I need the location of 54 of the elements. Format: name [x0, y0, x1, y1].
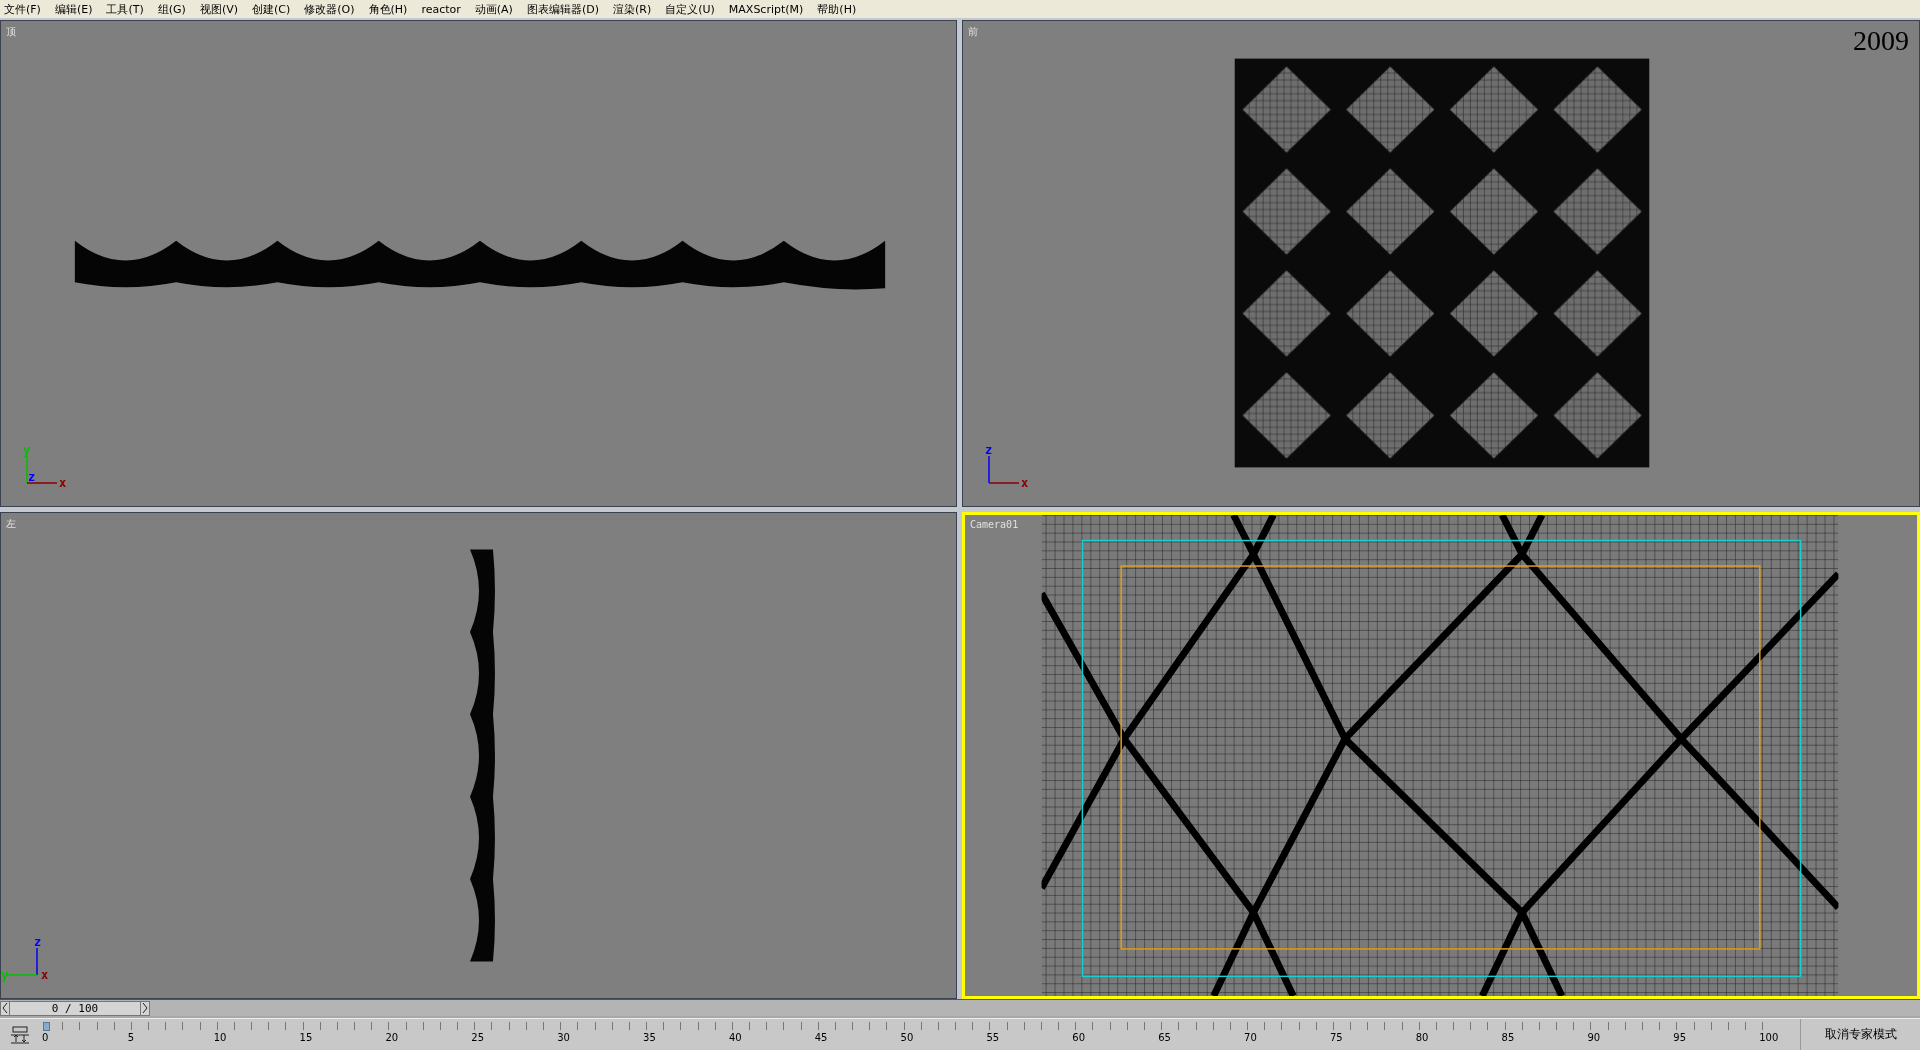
frame-number: 95 — [1673, 1032, 1687, 1043]
current-frame-marker[interactable] — [43, 1022, 50, 1031]
menu-item[interactable]: 修改器(O) — [304, 1, 355, 17]
frame-number: 80 — [1415, 1032, 1429, 1043]
frame-number: 40 — [728, 1032, 742, 1043]
frame-number: 10 — [213, 1032, 227, 1043]
axis-label: z — [34, 936, 42, 948]
axis-label: y — [1, 969, 9, 981]
axis-label: x — [41, 969, 49, 981]
frame-number: 5 — [127, 1032, 135, 1043]
menu-item[interactable]: 文件(F) — [4, 1, 41, 17]
menu-item[interactable]: 组(G) — [157, 1, 186, 17]
frame-number: 0 — [42, 1032, 49, 1043]
year-text: 2009 — [1853, 25, 1909, 57]
menu-item[interactable]: reactor — [421, 2, 461, 16]
menu-item[interactable]: 自定义(U) — [665, 1, 715, 17]
axis-icon — [25, 456, 59, 484]
menu-item[interactable]: 渲染(R) — [612, 1, 652, 17]
axis-label: z — [985, 444, 993, 456]
frame-number: 90 — [1587, 1032, 1601, 1043]
frame-number: 60 — [1072, 1032, 1086, 1043]
frame-number: 20 — [385, 1032, 399, 1043]
time-slider-track[interactable]: 0 / 100 — [0, 1000, 1920, 1016]
axis-icon — [987, 456, 1021, 484]
frame-number: 30 — [557, 1032, 570, 1043]
axis-label: x — [59, 477, 67, 489]
track-bar-icon[interactable] — [10, 1026, 30, 1044]
frame-number: 85 — [1501, 1032, 1515, 1043]
frame-number: 45 — [814, 1032, 828, 1043]
frame-number: 50 — [900, 1032, 914, 1043]
time-slider-thumb[interactable]: 0 / 100 — [0, 1000, 150, 1016]
menu-item[interactable]: 帮助(H) — [817, 1, 857, 17]
axis-label: y — [23, 444, 31, 456]
axis-label: z — [28, 471, 36, 483]
menu-item[interactable]: 工具(T) — [106, 1, 144, 17]
menu-item[interactable]: 角色(H) — [368, 1, 408, 17]
frame-number: 25 — [471, 1032, 485, 1043]
chevron-right-icon[interactable] — [141, 1002, 149, 1014]
frame-number: 65 — [1158, 1032, 1171, 1043]
menu-item[interactable]: 视图(V) — [199, 1, 238, 17]
chevron-left-icon[interactable] — [1, 1002, 9, 1014]
frame-number: 75 — [1329, 1032, 1343, 1043]
menu-item[interactable]: MAXScript(M) — [728, 2, 804, 16]
viewport[interactable]: 前 2009 z x — [962, 20, 1920, 507]
frame-number: 15 — [299, 1032, 313, 1043]
axis-label: x — [1021, 477, 1029, 489]
menu-item[interactable]: 编辑(E) — [54, 1, 93, 17]
menu-item[interactable]: 创建(C) — [252, 1, 291, 17]
frame-number: 55 — [986, 1032, 1000, 1043]
frame-number: 70 — [1244, 1032, 1257, 1043]
frame-number: 35 — [643, 1032, 656, 1043]
menu-item[interactable]: 图表编辑器(D) — [526, 1, 599, 17]
frame-number: 100 — [1759, 1032, 1779, 1043]
menu-item[interactable]: 动画(A) — [474, 1, 513, 17]
